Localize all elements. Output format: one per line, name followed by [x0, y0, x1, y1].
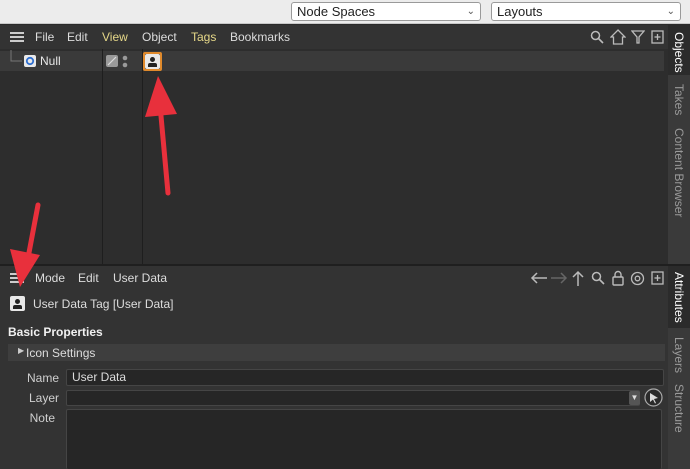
- tree-branch-icon: [10, 50, 22, 62]
- name-field[interactable]: User Data: [66, 369, 664, 386]
- tab-attributes[interactable]: Attributes: [668, 266, 690, 328]
- object-tree: Null: [0, 49, 668, 264]
- lock-icon[interactable]: [612, 270, 624, 286]
- layouts-label: Layouts: [497, 4, 543, 19]
- tab-objects[interactable]: Objects: [668, 25, 690, 75]
- forward-arrow-icon[interactable]: [550, 272, 568, 284]
- hamburger-menu-icon[interactable]: [10, 273, 24, 283]
- layouts-dropdown[interactable]: Layouts ⌄: [491, 2, 681, 21]
- visibility-dots-icon[interactable]: [122, 55, 128, 68]
- right-tabs-bottom: Attributes Layers Structure: [668, 266, 690, 469]
- new-panel-icon[interactable]: [651, 271, 664, 285]
- new-panel-icon[interactable]: [651, 30, 664, 44]
- tab-takes[interactable]: Takes: [668, 81, 690, 121]
- node-spaces-label: Node Spaces: [297, 4, 376, 19]
- objects-manager: File Edit View Object Tags Bookmarks Nul…: [0, 25, 668, 264]
- layer-field[interactable]: [66, 390, 640, 406]
- target-icon[interactable]: [630, 271, 645, 286]
- tab-content-browser[interactable]: Content Browser: [668, 125, 690, 243]
- section-title: Basic Properties: [8, 325, 103, 339]
- column-divider: [102, 49, 103, 264]
- column-divider: [142, 49, 143, 264]
- null-object-icon: [24, 55, 36, 67]
- menu-file[interactable]: File: [35, 25, 54, 49]
- pick-layer-icon[interactable]: [644, 388, 663, 407]
- menu-user-data[interactable]: User Data: [113, 266, 167, 290]
- menu-view[interactable]: View: [102, 25, 128, 49]
- top-bar: Node Spaces ⌄ Layouts ⌄: [0, 0, 690, 24]
- back-arrow-icon[interactable]: [530, 272, 548, 284]
- menu-edit[interactable]: Edit: [67, 25, 88, 49]
- search-icon[interactable]: [590, 30, 604, 44]
- hamburger-menu-icon[interactable]: [10, 32, 24, 42]
- menu-bookmarks[interactable]: Bookmarks: [230, 25, 290, 49]
- icon-settings-group[interactable]: ▶ Icon Settings: [8, 344, 665, 361]
- menu-object[interactable]: Object: [142, 25, 177, 49]
- right-tabs-top: Objects Takes Content Browser: [668, 25, 690, 264]
- filter-icon[interactable]: [631, 30, 645, 44]
- note-label: Note: [29, 411, 55, 425]
- user-data-tag[interactable]: [143, 52, 162, 71]
- menu-edit[interactable]: Edit: [78, 266, 99, 290]
- layer-dropdown-button[interactable]: ▼: [629, 391, 640, 405]
- user-data-tag-icon: [145, 54, 160, 69]
- menu-mode[interactable]: Mode: [35, 266, 65, 290]
- object-row-null[interactable]: Null: [0, 50, 664, 71]
- attributes-title: User Data Tag [User Data]: [33, 297, 174, 311]
- menu-tags[interactable]: Tags: [191, 25, 216, 49]
- search-icon[interactable]: [591, 271, 605, 285]
- chevron-down-icon: ⌄: [466, 6, 475, 17]
- attributes-manager: Mode Edit User Data User Data Tag [User …: [0, 266, 668, 469]
- layer-label: Layer: [28, 391, 59, 405]
- tab-layers[interactable]: Layers: [668, 334, 690, 378]
- home-icon[interactable]: [610, 29, 626, 45]
- attributes-menubar: Mode Edit User Data: [0, 266, 668, 290]
- user-data-tag-icon: [10, 296, 25, 311]
- object-name[interactable]: Null: [40, 51, 61, 71]
- objects-menubar: File Edit View Object Tags Bookmarks: [0, 25, 668, 49]
- tab-structure[interactable]: Structure: [668, 381, 690, 441]
- note-field[interactable]: [66, 409, 662, 469]
- group-title: Icon Settings: [26, 346, 96, 360]
- expand-triangle-icon[interactable]: ▶: [18, 346, 24, 355]
- chevron-down-icon: ⌄: [666, 6, 675, 17]
- up-arrow-icon[interactable]: [571, 270, 585, 286]
- node-spaces-dropdown[interactable]: Node Spaces ⌄: [291, 2, 481, 21]
- name-label: Name: [26, 371, 59, 385]
- layer-swatch-icon[interactable]: [106, 55, 118, 67]
